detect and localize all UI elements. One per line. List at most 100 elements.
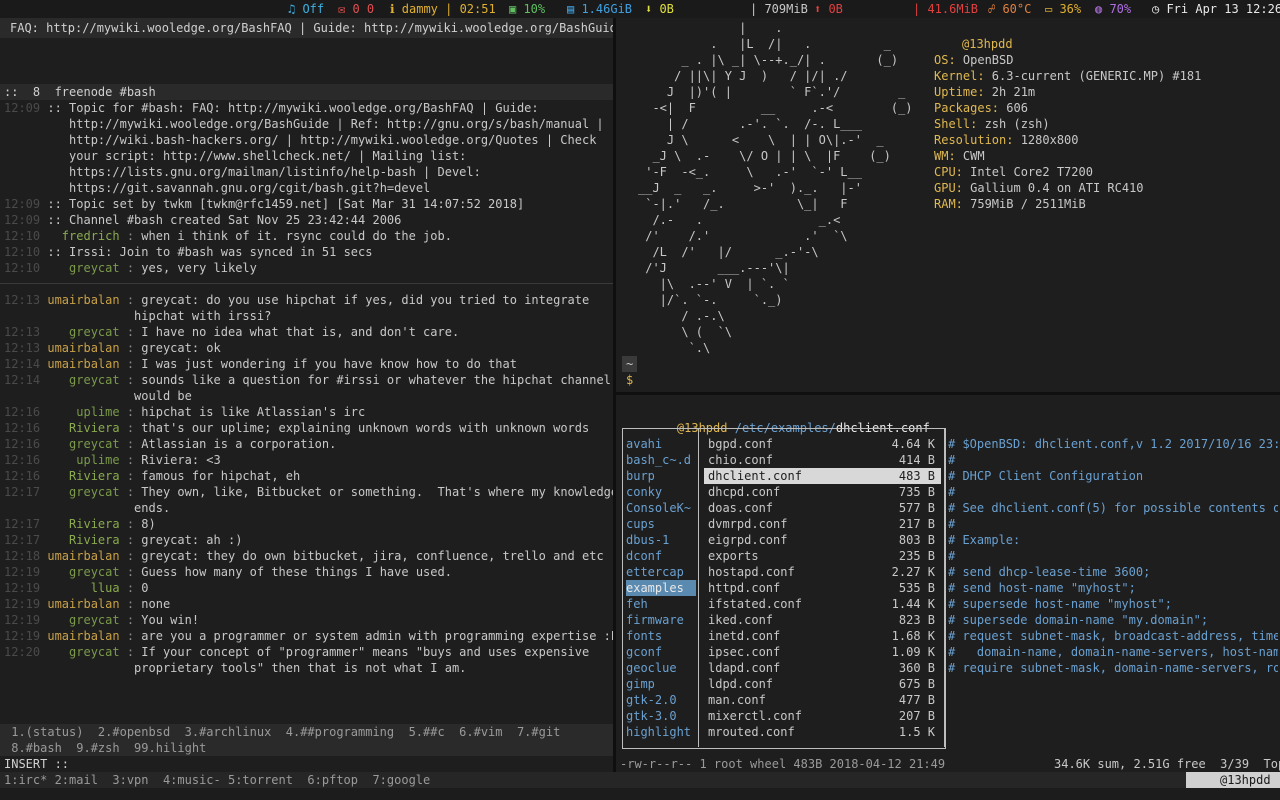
dir-entry[interactable]: gtk-3.0 [626, 708, 696, 724]
ascii-art-line: \ ( `\ [638, 325, 732, 339]
irc-line: 12:19 greycat : Guess how many of these … [4, 564, 452, 580]
file-row[interactable]: bgpd.conf 4.64 K [704, 436, 941, 452]
file-row[interactable]: dhcpd.conf 735 B [704, 484, 941, 500]
dir-entry[interactable]: avahi [626, 436, 696, 452]
nick-sep: : [119, 597, 135, 611]
file-row[interactable]: httpd.conf 535 B [704, 580, 941, 596]
file-row[interactable]: ifstated.conf 1.44 K [704, 596, 941, 612]
file-row[interactable]: hostapd.conf 2.27 K [704, 564, 941, 580]
preview-line: # DHCP Client Configuration [948, 469, 1144, 483]
irc-line: hipchat with irssi? [4, 308, 271, 324]
irc-line: https://git.savannah.gnu.org/cgit/bash.g… [4, 180, 430, 196]
dir-entry[interactable]: ConsoleK~ [626, 500, 696, 516]
info-row: CPU: Intel Core2 T7200 [934, 164, 1093, 180]
file-row[interactable]: doas.conf 577 B [704, 500, 941, 516]
input-mode[interactable]: INSERT :: [4, 756, 69, 772]
timestamp [4, 181, 47, 195]
music-status[interactable]: ♫ Off [288, 1, 324, 17]
dir-entry[interactable]: feh [626, 596, 696, 612]
dir-entry[interactable]: gimp [626, 676, 696, 692]
dir-entry[interactable]: geoclue [626, 660, 696, 676]
file-name: mrouted.conf [708, 725, 795, 739]
dir-entry[interactable]: gconf [626, 644, 696, 660]
irc-line: 12:10 fredrich : when i think of it. rsy… [4, 228, 452, 244]
dir-entry[interactable]: highlight [626, 724, 696, 740]
file-row[interactable]: ldapd.conf 360 B [704, 660, 941, 676]
ranger-status-right: 34.6K sum, 2.51G free 3/39 Top [1054, 757, 1280, 771]
message-text: famous for hipchat, eh [134, 469, 301, 483]
dir-entry[interactable]: gtk-2.0 [626, 692, 696, 708]
file-row[interactable]: mixerctl.conf 207 B [704, 708, 941, 724]
message-text: :: Channel #bash created Sat Nov 25 23:4… [47, 213, 402, 227]
file-row[interactable]: inetd.conf 1.68 K [704, 628, 941, 644]
preview-line: # send dhcp-lease-time 3600; [948, 565, 1151, 579]
file-row[interactable]: exports 235 B [704, 548, 941, 564]
dir-entry[interactable]: cups [626, 516, 696, 532]
file-size: 477 B [898, 693, 935, 707]
message-text: would be [47, 389, 192, 403]
mail-status[interactable]: ✉ 0 0 [338, 1, 374, 17]
openbsd-ascii-art: | . . |L /| . _ _ . |\ _| \--+._/| . (_)… [616, 20, 916, 360]
message-text: proprietary tools" then that is not what… [47, 661, 467, 675]
dir-entry[interactable]: ettercap [626, 564, 696, 580]
ascii-art-line: | . [638, 21, 783, 35]
tmux-status-bar: 1:irc* 2:mail 3:vpn 4:music- 5:torrent 6… [0, 772, 1280, 788]
activity-line-2[interactable]: 8.#bash 9.#zsh 99.hilight [4, 740, 206, 756]
dir-entry[interactable]: conky [626, 484, 696, 500]
ascii-art-line: `.\ [638, 341, 711, 355]
file-size: 483 B [898, 469, 935, 483]
preview-line: # $OpenBSD: dhclient.conf,v 1.2 2017/10/… [948, 437, 1278, 451]
file-size: 577 B [898, 501, 935, 515]
date-status: ◷ Fri Apr 13 12:26 [1152, 2, 1280, 16]
file-row[interactable]: dvmrpd.conf 217 B [704, 516, 941, 532]
topic-bar: FAQ: http://mywiki.wooledge.org/BashFAQ … [0, 18, 624, 38]
timestamp [4, 133, 47, 147]
message-text: ends. [47, 501, 171, 515]
file-row[interactable]: dhclient.conf 483 B [704, 468, 941, 484]
irc-line: http://wiki.bash-hackers.org/ | http://m… [4, 132, 596, 148]
irc-line: 12:13 umairbalan : greycat: do you use h… [4, 292, 589, 308]
dir-entry[interactable]: bash_c~.d [626, 452, 696, 468]
shell-prompt[interactable]: $ [626, 372, 633, 388]
dir-entry[interactable]: fonts [626, 628, 696, 644]
info-row: Resolution: 1280x800 [934, 132, 1079, 148]
info-value: OpenBSD [955, 53, 1014, 67]
file-name: iked.conf [708, 613, 774, 627]
file-row[interactable]: ipsec.conf 1.09 K [704, 644, 941, 660]
info-value: Gallium 0.4 on ATI RC410 [962, 181, 1144, 195]
file-size: 1.5 K [898, 725, 935, 739]
ascii-art-line: | / .-'. `. /-. L___ [638, 117, 862, 131]
irc-line: 12:19 llua : 0 [4, 580, 149, 596]
dir-entry[interactable]: firmware [626, 612, 696, 628]
input-line[interactable]: INSERT :: [0, 756, 613, 772]
info-key: WM: [934, 149, 956, 163]
file-row[interactable]: eigrpd.conf 803 B [704, 532, 941, 548]
file-row[interactable]: chio.conf 414 B [704, 452, 941, 468]
tmux-windows[interactable]: 1:irc* 2:mail 3:vpn 4:music- 5:torrent 6… [4, 772, 430, 788]
net-up: ⬆ 0B [814, 2, 843, 16]
timestamp: 12:13 [4, 325, 48, 339]
file-row[interactable]: ldpd.conf 675 B [704, 676, 941, 692]
ranger-pane: @13hpdd /etc/examples/dhclient.conf avah… [616, 395, 1280, 772]
volume-status[interactable]: ◍ 70% [1095, 1, 1131, 17]
file-row[interactable]: man.conf 477 B [704, 692, 941, 708]
preview-line: # supersede domain-name "my.domain"; [948, 613, 1209, 627]
irc-line: 12:16 Riviera : that's our uplime; expla… [4, 420, 589, 436]
ascii-art-line: /L /' |/ _.-'-\ [638, 245, 819, 259]
activity-line-1[interactable]: 1.(status) 2.#openbsd 3.#archlinux 4.##p… [4, 724, 560, 740]
dir-entry[interactable]: dconf [626, 548, 696, 564]
nick-sep: : [119, 629, 135, 643]
nick-sep: : [119, 549, 135, 563]
info-value: 1280x800 [1013, 133, 1079, 147]
ranger-title: @13hpdd /etc/examples/dhclient.conf [648, 404, 930, 435]
file-size: 235 B [898, 549, 935, 563]
ascii-art-line: / ||\| Y J ) / |/| ./ [638, 69, 848, 83]
current-dir-list: bgpd.conf 4.64 Kchio.conf 414 Bdhclient.co… [704, 436, 941, 746]
file-row[interactable]: iked.conf 823 B [704, 612, 941, 628]
dir-entry[interactable]: burp [626, 468, 696, 484]
message-text: your script: http://www.shellcheck.net/ … [47, 149, 467, 163]
file-row[interactable]: mrouted.conf 1.5 K [704, 724, 941, 740]
dir-entry[interactable]: examples [626, 580, 696, 596]
dir-entry[interactable]: dbus-1 [626, 532, 696, 548]
info-row: Packages: 606 [934, 100, 1028, 116]
